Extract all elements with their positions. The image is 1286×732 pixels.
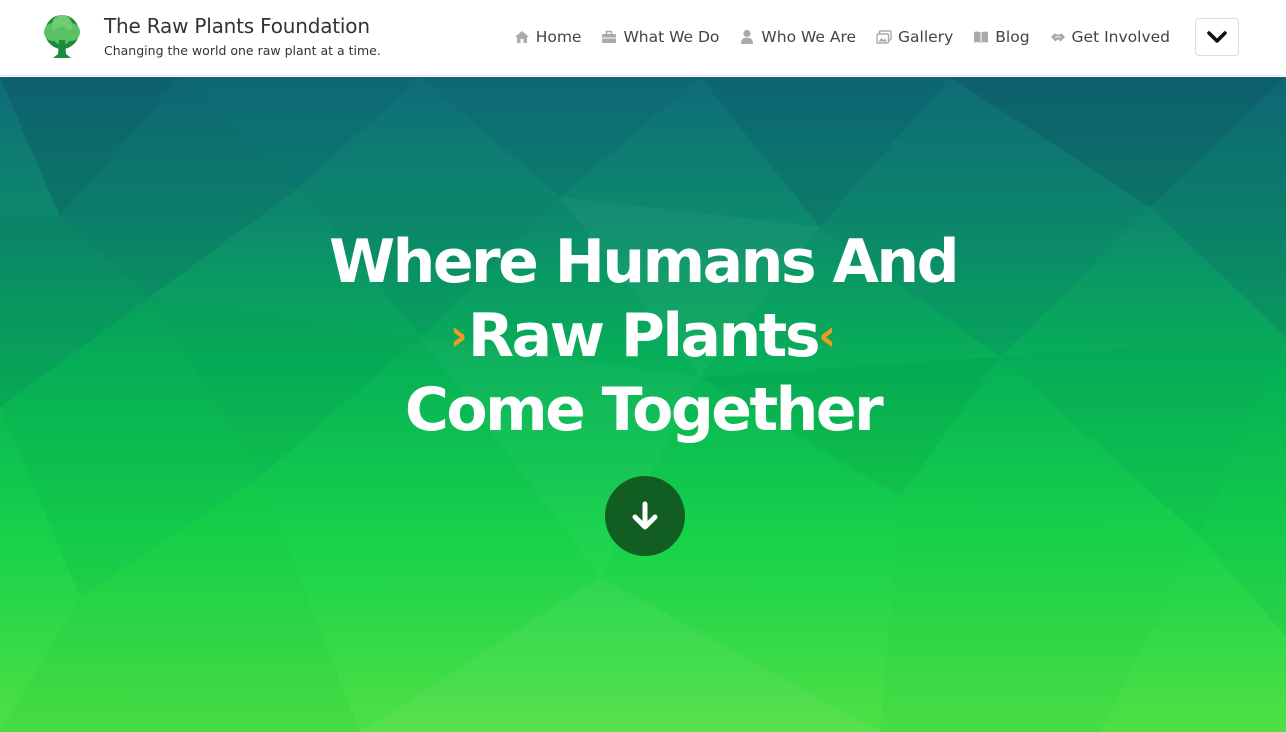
nav-item-label: Blog — [995, 28, 1030, 46]
site-header: The Raw Plants Foundation Changing the w… — [0, 0, 1286, 76]
nav-item-label: Home — [535, 28, 582, 46]
hero-heading: Where Humans And ›Raw Plants‹ Come Toget… — [0, 225, 1286, 447]
scroll-down-button[interactable] — [605, 476, 685, 556]
site-title[interactable]: The Raw Plants Foundation — [104, 14, 370, 38]
hero-section: Where Humans And ›Raw Plants‹ Come Toget… — [0, 77, 1286, 732]
site-tagline: Changing the world one raw plant at a ti… — [104, 43, 381, 58]
book-icon — [973, 29, 989, 45]
nav-item-get-involved[interactable]: Get Involved — [1050, 28, 1170, 46]
briefcase-icon — [601, 29, 617, 45]
nav-item-label: Who We Are — [761, 28, 857, 46]
home-icon — [514, 29, 530, 45]
hero-line-1: Where Humans And — [328, 227, 960, 297]
handshake-icon — [1050, 29, 1066, 45]
nav-toggle-button[interactable] — [1195, 18, 1239, 56]
nav-item-home[interactable]: Home — [514, 28, 582, 46]
hero-highlight: Raw Plants — [467, 301, 821, 371]
nav-item-label: Get Involved — [1071, 28, 1170, 46]
nav-item-label: Gallery — [898, 28, 954, 46]
user-icon — [739, 29, 755, 45]
nav-item-gallery[interactable]: Gallery — [876, 28, 953, 46]
arrow-down-icon — [632, 501, 658, 530]
pictures-icon — [876, 29, 892, 45]
hero-line-2: ›Raw Plants‹ — [0, 299, 1286, 373]
chevron-left-icon: ‹ — [818, 310, 837, 361]
chevron-right-icon: › — [449, 310, 468, 361]
chevron-down-icon — [1207, 31, 1227, 43]
nav-item-label: What We Do — [623, 28, 720, 46]
hero-line-3: Come Together — [404, 375, 884, 445]
tree-icon[interactable] — [38, 14, 86, 60]
main-nav: Home What We Do Who We Are Gallery Blog — [514, 25, 1170, 49]
nav-item-what-we-do[interactable]: What We Do — [601, 28, 719, 46]
nav-item-who-we-are[interactable]: Who We Are — [739, 28, 856, 46]
nav-item-blog[interactable]: Blog — [973, 28, 1030, 46]
